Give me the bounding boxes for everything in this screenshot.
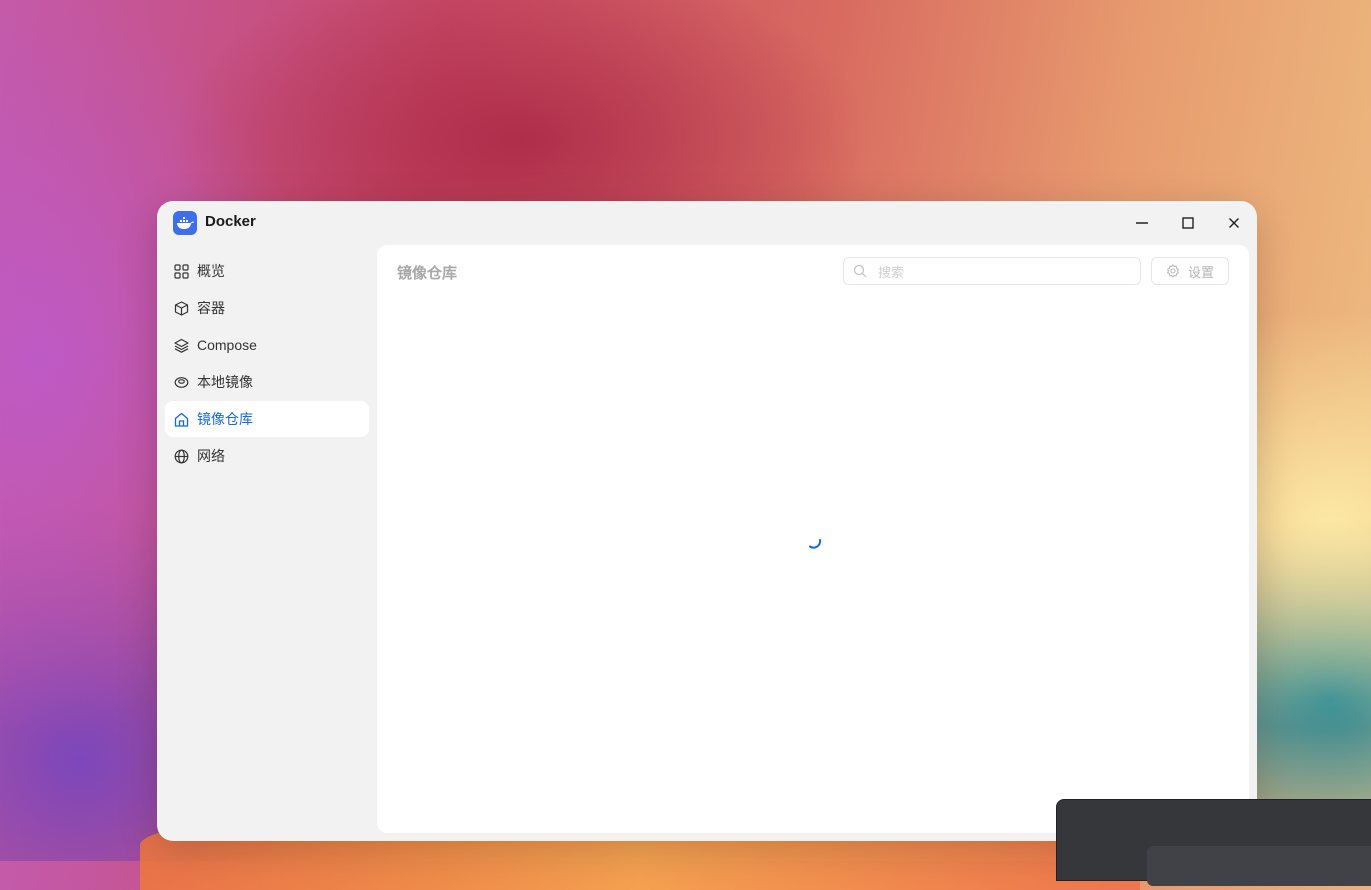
close-icon <box>1229 218 1239 228</box>
home-icon <box>173 411 189 427</box>
title-bar[interactable]: Docker <box>157 201 1257 245</box>
sidebar-item-registry[interactable]: 镜像仓库 <box>165 401 369 437</box>
minimize-button[interactable] <box>1128 209 1156 237</box>
minimize-icon <box>1136 222 1148 224</box>
background-window-content <box>1147 846 1371 886</box>
sidebar-item-label: 概览 <box>197 263 225 279</box>
settings-label: 设置 <box>1187 264 1214 280</box>
background-window <box>1056 799 1371 886</box>
sidebar-item-label: 容器 <box>197 300 225 316</box>
sidebar-item-label: Compose <box>197 337 257 353</box>
loading-spinner-icon <box>805 532 823 550</box>
sidebar-item-overview[interactable]: 概览 <box>165 253 369 289</box>
docker-window: Docker 概览 容器 Compose 本地镜像 镜像仓库 网络 镜像仓库 搜… <box>157 201 1257 841</box>
search-field[interactable] <box>843 257 1141 285</box>
sidebar-item-network[interactable]: 网络 <box>165 438 369 474</box>
sidebar: 概览 容器 Compose 本地镜像 镜像仓库 网络 <box>165 253 369 475</box>
layers-icon <box>173 337 189 353</box>
sidebar-item-label: 本地镜像 <box>197 374 253 390</box>
docker-logo-icon <box>173 211 197 235</box>
maximize-button[interactable] <box>1174 209 1202 237</box>
sidebar-item-label: 镜像仓库 <box>197 411 253 427</box>
settings-button[interactable]: 设置 <box>1151 257 1229 285</box>
sidebar-item-containers[interactable]: 容器 <box>165 290 369 326</box>
sidebar-item-label: 网络 <box>197 448 225 464</box>
cube-icon <box>173 300 189 316</box>
grid-icon <box>173 263 189 279</box>
page-title: 镜像仓库 <box>397 265 458 282</box>
maximize-icon <box>1182 217 1194 229</box>
sidebar-item-compose[interactable]: Compose <box>165 327 369 363</box>
close-button[interactable] <box>1220 209 1248 237</box>
app-title: Docker <box>205 213 256 230</box>
sidebar-item-local-images[interactable]: 本地镜像 <box>165 364 369 400</box>
search-input[interactable] <box>876 261 1130 283</box>
search-icon <box>853 264 867 278</box>
gear-icon <box>1166 264 1180 278</box>
disk-icon <box>173 374 189 390</box>
globe-icon <box>173 448 189 464</box>
main-content: 镜像仓库 设置 <box>377 245 1249 833</box>
